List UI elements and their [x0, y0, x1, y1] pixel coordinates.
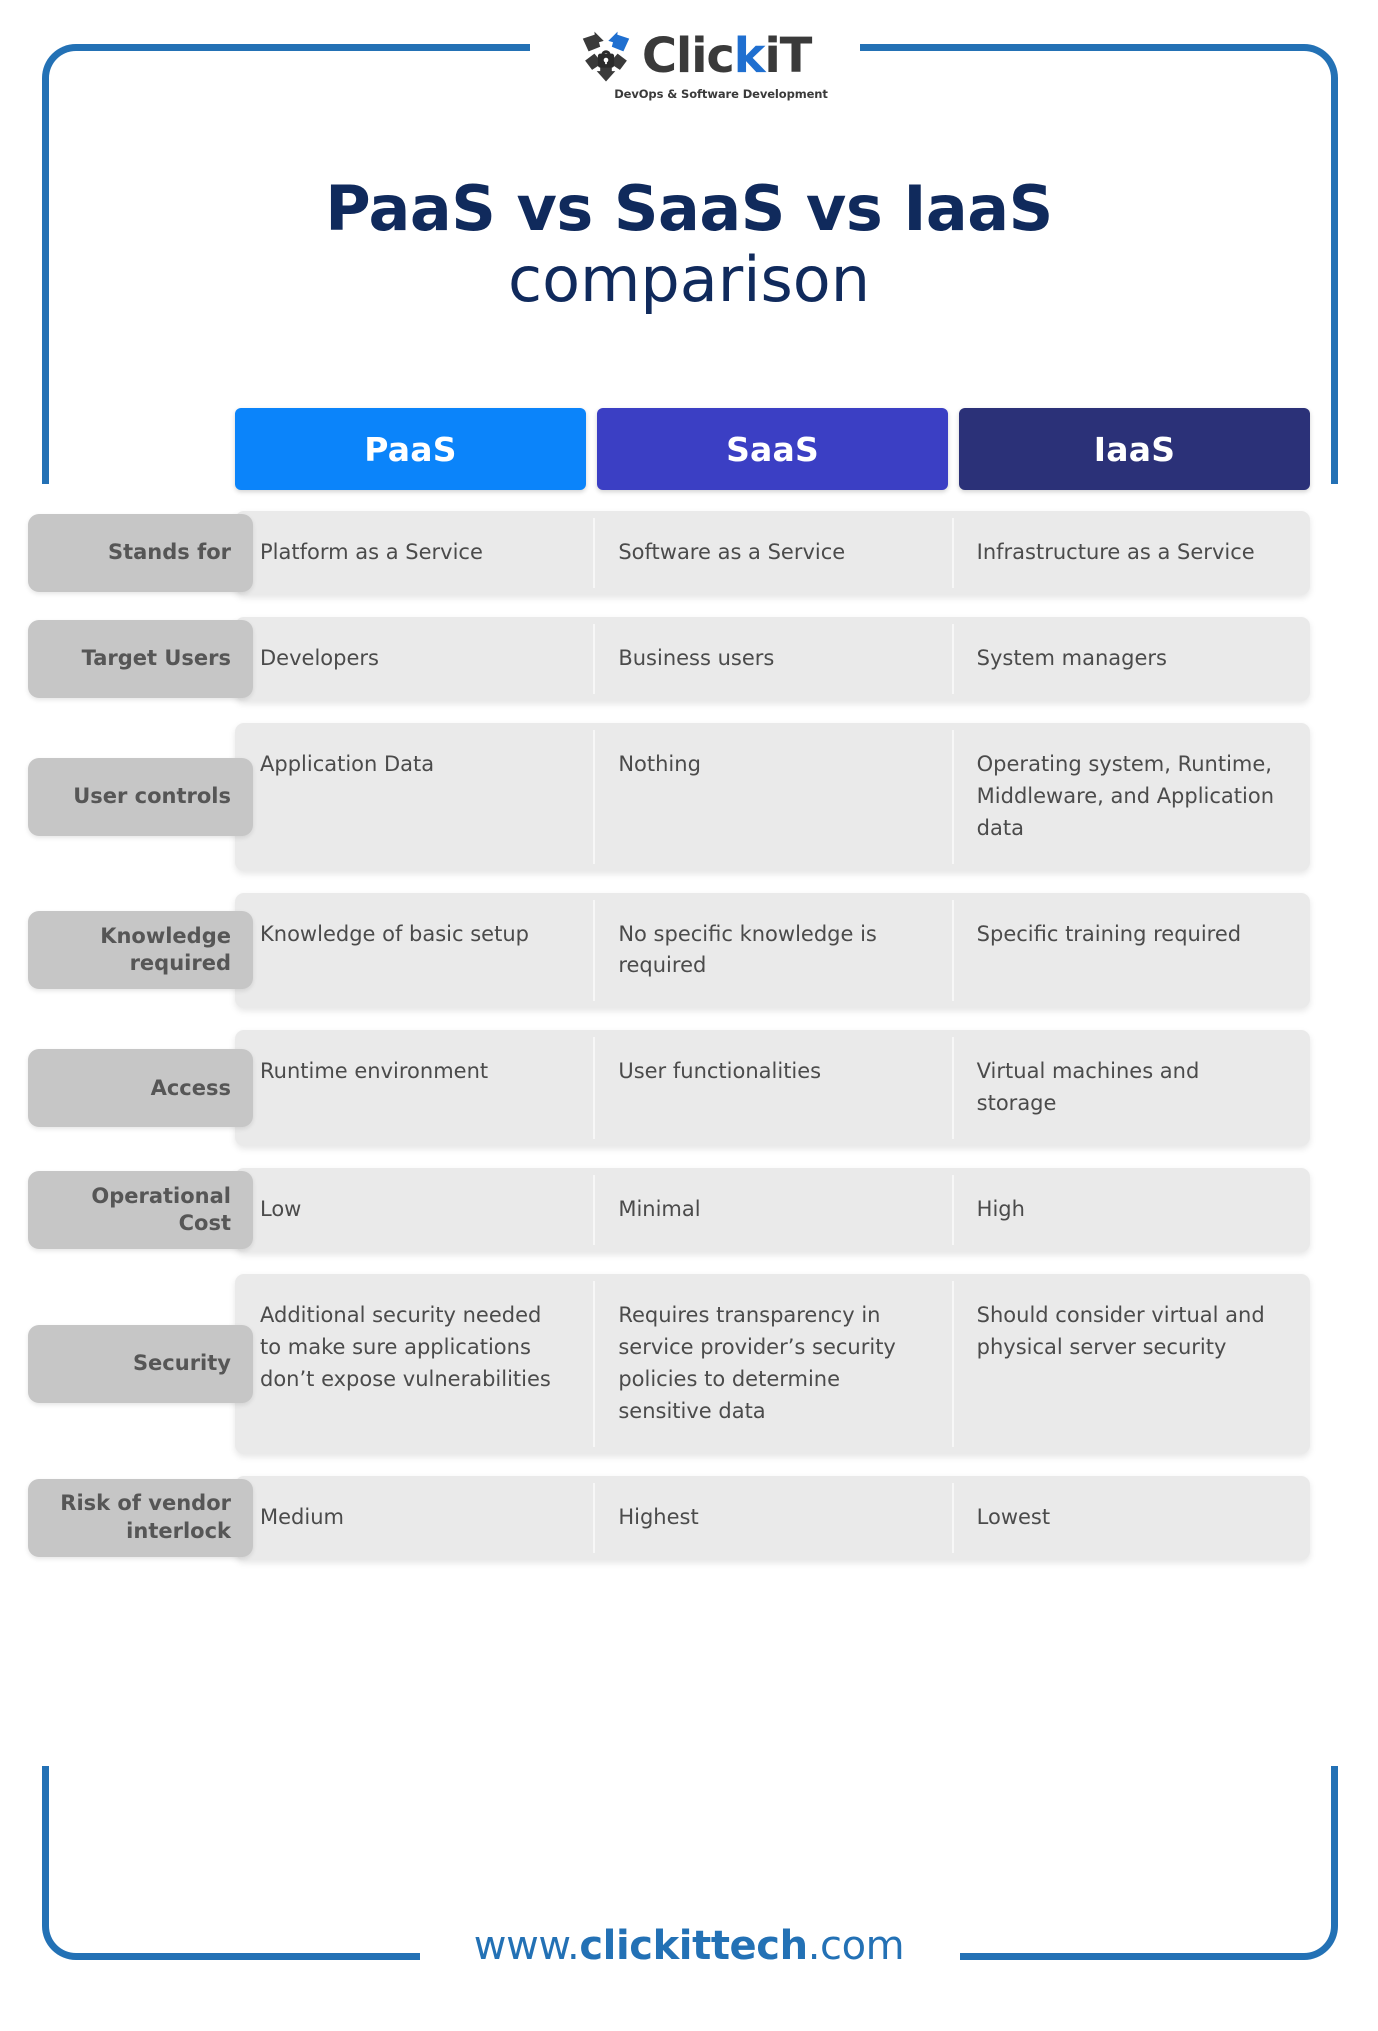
comparison-table: PaaS SaaS IaaS Platform as a Service Softwa…	[235, 408, 1310, 1582]
table-cell: Infrastructure as a Service	[951, 511, 1310, 595]
row-label-pill: Risk of vendor interlock	[28, 1478, 253, 1557]
table-cell: Specific training required	[951, 893, 1310, 1009]
table-cell: Highest	[593, 1476, 951, 1560]
page-title: PaaS vs SaaS vs IaaS comparison	[0, 176, 1378, 312]
row-label-pill: Stands for	[28, 513, 253, 592]
logo-word-part2: iT	[764, 28, 812, 84]
table-cell: Runtime environment	[260, 1059, 489, 1084]
table-cell: System managers	[951, 617, 1310, 701]
title-line-2: comparison	[507, 242, 870, 316]
table-cell: Should consider virtual and physical ser…	[951, 1274, 1310, 1454]
table-cell: User functionalities	[593, 1030, 951, 1146]
column-header-paas[interactable]: PaaS	[235, 408, 586, 490]
logo-wordmark: Clic k iT	[641, 28, 813, 84]
logo-word-k: k	[733, 28, 766, 84]
table-row: Runtime environment User functionalities V…	[235, 1030, 1310, 1147]
row-label-pill: Target Users	[28, 619, 253, 698]
url-tld: .com	[807, 1923, 905, 1969]
table-header-row: PaaS SaaS IaaS	[235, 408, 1310, 490]
table-row: Additional security needed to make sure …	[235, 1274, 1310, 1454]
row-label-pill: User controls	[28, 757, 253, 836]
table-cell: Requires transparency in service provide…	[593, 1274, 951, 1454]
table-cell: Knowledge of basic setup	[260, 921, 529, 946]
row-label-pill: Operational Cost	[28, 1171, 253, 1250]
table-cell: Minimal	[593, 1168, 951, 1252]
table-cell: Nothing	[593, 723, 951, 871]
table-row: Platform as a Service Software as a Servi…	[235, 511, 1310, 595]
table-cell: High	[951, 1168, 1310, 1252]
brand-logo: Clic k iT DevOps & Software Development	[534, 26, 854, 104]
table-cell: No specific knowledge is required	[593, 893, 951, 1009]
table-cell: Business users	[593, 617, 951, 701]
table-cell: Medium	[260, 1504, 344, 1529]
logo-word-part1: Clic	[641, 28, 735, 84]
table-cell: Virtual machines and storage	[951, 1030, 1310, 1146]
table-cell: Additional security needed to make sure …	[260, 1303, 551, 1391]
table-cell: Lowest	[951, 1476, 1310, 1560]
url-domain: clickittech	[579, 1923, 808, 1969]
url-www: www.	[473, 1923, 580, 1969]
footer-website-url[interactable]: www.clickittech.com	[0, 1923, 1378, 1969]
table-row: Application Data Nothing Operating system,…	[235, 722, 1310, 871]
row-label-pill: Access	[28, 1049, 253, 1128]
decorative-frame-bottom	[42, 1700, 1338, 1960]
table-cell: Application Data	[260, 751, 435, 776]
table-cell: Low	[260, 1197, 302, 1222]
logo-tagline: DevOps & Software Development	[614, 87, 828, 101]
row-label-pill: Knowledge required	[28, 911, 253, 990]
shield-lock-icon	[582, 31, 630, 82]
title-line-1: PaaS vs SaaS vs IaaS	[325, 172, 1053, 245]
logo-row: Clic k iT	[577, 26, 813, 86]
frame-mask-bottom-right	[1318, 1700, 1352, 1766]
table-row: Developers Business users System managers	[235, 616, 1310, 701]
table-row: Knowledge of basic setup No specific know…	[235, 892, 1310, 1009]
row-label-pill: Security	[28, 1324, 253, 1403]
frame-mask-bottom-left	[30, 1700, 60, 1766]
table-cell: Platform as a Service	[260, 540, 483, 564]
table-cell: Developers	[260, 645, 379, 670]
table-row: Low Minimal High	[235, 1168, 1310, 1253]
table-row: Medium Highest Lowest	[235, 1475, 1310, 1560]
column-header-iaas[interactable]: IaaS	[959, 408, 1310, 490]
table-body: Platform as a Service Software as a Servi…	[235, 511, 1310, 1560]
table-cell: Software as a Service	[593, 511, 951, 595]
column-header-saas[interactable]: SaaS	[597, 408, 948, 490]
table-cell: Operating system, Runtime, Middleware, a…	[951, 723, 1310, 871]
